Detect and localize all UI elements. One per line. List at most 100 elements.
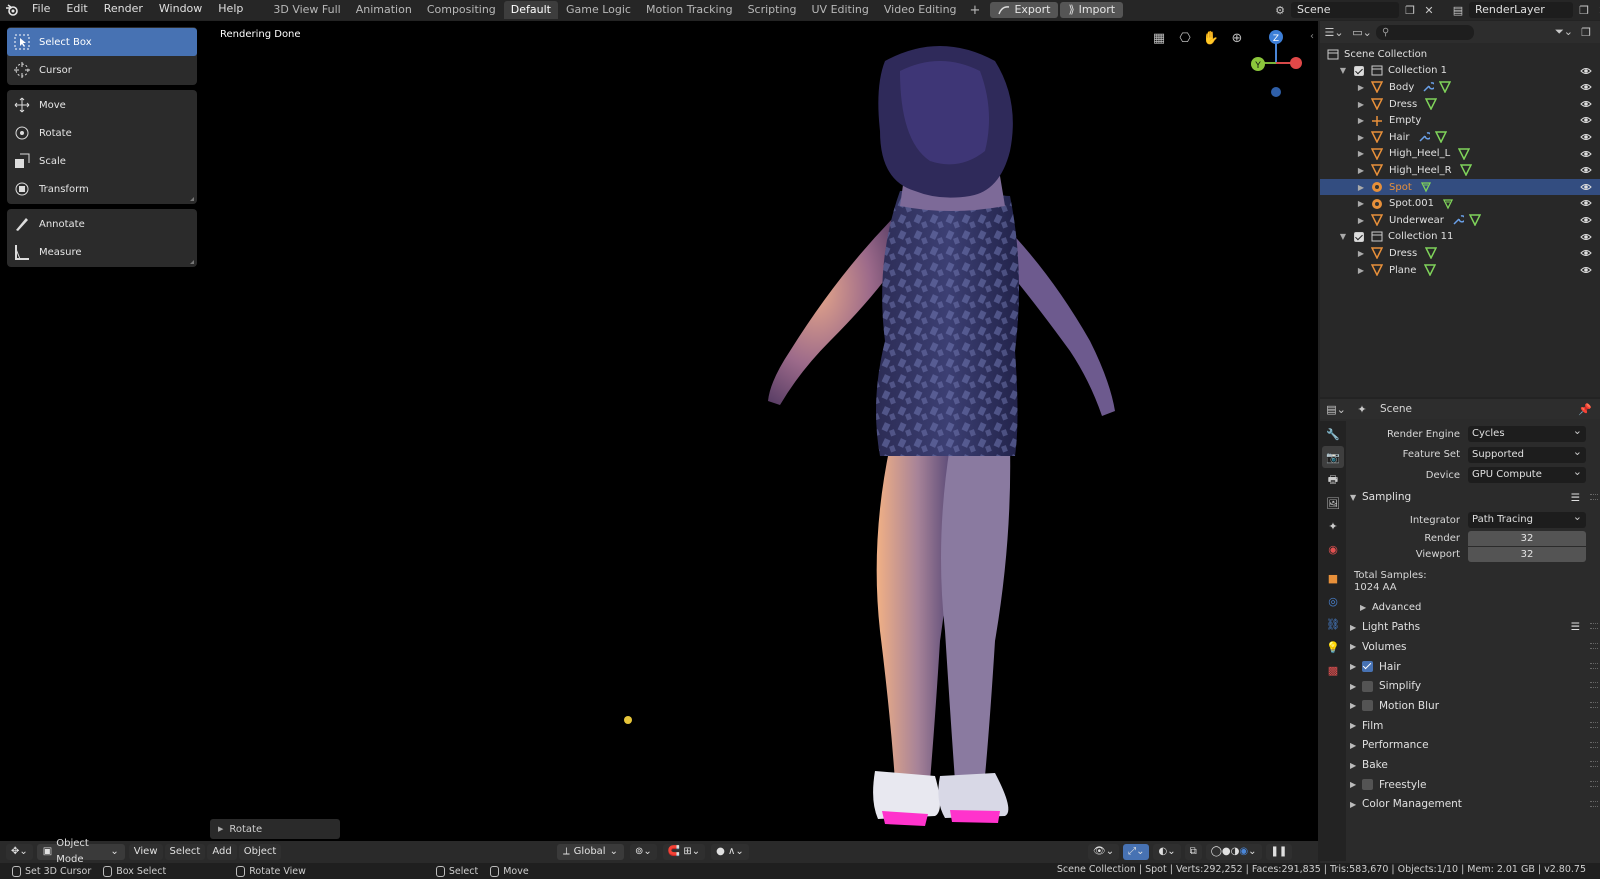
mesh-data-icon[interactable] — [1425, 98, 1438, 111]
expand-arrow-icon[interactable]: ▶ — [1356, 149, 1366, 158]
mesh-data-icon[interactable] — [1425, 247, 1438, 260]
drag-handle-icon[interactable] — [1590, 800, 1598, 807]
section-enable-checkbox[interactable] — [1362, 680, 1373, 692]
device-dropdown[interactable]: GPU Compute — [1468, 464, 1586, 484]
scene-name-field[interactable]: Scene — [1291, 2, 1399, 18]
viewport-menu-select[interactable]: Select — [164, 844, 206, 860]
menu-window[interactable]: Window — [151, 0, 210, 20]
annotate-tool[interactable]: Annotate — [7, 210, 197, 238]
gizmo-toggle[interactable]: ⤢⌄ — [1123, 844, 1150, 860]
light-data-icon[interactable] — [1442, 198, 1454, 210]
drag-handle-icon[interactable] — [1590, 702, 1598, 709]
include-checkbox[interactable] — [1354, 65, 1364, 76]
section-hair[interactable]: ▶ Hair — [1350, 657, 1598, 677]
modifier-wrench-icon[interactable] — [1418, 131, 1430, 143]
filter-icon[interactable]: ⏷⌄ — [1555, 24, 1573, 40]
outliner-object-row[interactable]: ▶ Underwear — [1320, 212, 1600, 229]
eye-icon[interactable] — [1580, 65, 1592, 77]
eye-icon[interactable] — [1580, 181, 1592, 193]
editor-type-button[interactable]: ✥⌄ — [6, 844, 33, 860]
drag-handle-icon[interactable] — [1590, 761, 1598, 768]
drag-handle-icon[interactable] — [1590, 682, 1598, 689]
last-operator-panel[interactable]: ▶ Rotate — [210, 819, 340, 839]
section-color-management[interactable]: ▶ Color Management — [1350, 795, 1598, 815]
outliner-object-row[interactable]: ▶ Dress — [1320, 245, 1600, 262]
tab-tool[interactable]: 🔧 — [1322, 423, 1344, 445]
light-data-icon[interactable] — [1420, 181, 1432, 193]
menu-edit[interactable]: Edit — [58, 0, 95, 20]
section-simplify[interactable]: ▶ Simplify — [1350, 676, 1598, 696]
expand-arrow-icon[interactable]: ▶ — [1356, 183, 1366, 192]
expand-arrow-icon[interactable]: ▶ — [1356, 100, 1366, 109]
tab-default[interactable]: Default — [503, 1, 558, 19]
eye-icon[interactable] — [1580, 247, 1592, 259]
eye-icon[interactable] — [1580, 114, 1592, 126]
outliner-object-row[interactable]: ▶ Spot — [1320, 178, 1600, 196]
expand-arrow-icon[interactable]: ▶ — [1356, 266, 1366, 275]
tab-world[interactable]: ◉ — [1322, 538, 1344, 560]
include-checkbox[interactable] — [1354, 231, 1364, 242]
tab-compositing[interactable]: Compositing — [420, 1, 503, 19]
presets-list-icon[interactable]: ☰ — [1571, 621, 1580, 633]
eye-icon[interactable] — [1580, 214, 1592, 226]
viewport-menu-view[interactable]: View — [128, 844, 163, 860]
drag-handle-icon[interactable] — [1590, 623, 1598, 630]
tab-animation[interactable]: Animation — [349, 1, 419, 19]
properties-editor-type-icon[interactable]: ▤⌄ — [1326, 401, 1346, 417]
mesh-data-icon[interactable] — [1439, 81, 1452, 94]
new-collection-icon[interactable]: ❐ — [1578, 24, 1594, 40]
outliner-object-row[interactable]: ▶ Body — [1320, 79, 1600, 96]
section-volumes[interactable]: ▶ Volumes — [1350, 637, 1598, 657]
integrator-dropdown[interactable]: Path Tracing — [1468, 509, 1586, 529]
eye-icon[interactable] — [1580, 81, 1592, 93]
section-motion-blur[interactable]: ▶ Motion Blur — [1350, 696, 1598, 716]
menu-file[interactable]: File — [24, 0, 58, 20]
mesh-data-icon[interactable] — [1434, 131, 1447, 144]
eye-icon[interactable] — [1580, 164, 1592, 176]
section-enable-checkbox[interactable] — [1362, 700, 1373, 712]
copy-layer-icon[interactable]: ❐ — [1576, 2, 1592, 18]
blender-logo-icon[interactable] — [0, 0, 24, 20]
drag-handle-icon[interactable] — [1590, 741, 1598, 748]
expand-arrow-icon[interactable]: ▶ — [1356, 166, 1366, 175]
group-expand-corner[interactable] — [190, 197, 194, 201]
collapse-arrow-icon[interactable]: ▼ — [1338, 66, 1348, 75]
tab-render[interactable]: 📷 — [1322, 446, 1344, 468]
expand-arrow-icon[interactable]: ▶ — [1356, 133, 1366, 142]
tab-game-logic[interactable]: Game Logic — [559, 1, 638, 19]
modifier-wrench-icon[interactable] — [1422, 81, 1435, 93]
outliner-object-row[interactable]: ▶ High_Heel_R — [1320, 162, 1600, 179]
expand-arrow-icon[interactable]: ▶ — [1356, 216, 1366, 225]
orientation-selector[interactable]: ⟂ Global ⌄ — [557, 844, 624, 860]
sampling-section-header[interactable]: ▼ Sampling ☰ — [1350, 488, 1598, 508]
eye-icon[interactable] — [1580, 98, 1592, 110]
copy-scene-icon[interactable]: ❐ — [1402, 2, 1418, 18]
display-mode-icon[interactable]: ▭⌄ — [1352, 24, 1372, 40]
menu-render[interactable]: Render — [96, 0, 151, 20]
hand-icon[interactable]: ✋ — [1202, 29, 1220, 47]
pause-render-button[interactable]: ❚❚ — [1265, 844, 1293, 860]
render-samples-field[interactable]: 32 — [1468, 531, 1586, 547]
mesh-data-icon[interactable] — [1459, 164, 1472, 177]
outliner-object-row[interactable]: ▶ High_Heel_L — [1320, 146, 1600, 163]
measure-tool[interactable]: Measure — [7, 238, 197, 266]
eye-icon[interactable] — [1580, 231, 1592, 243]
tab-output[interactable]: 🖶 — [1322, 469, 1344, 491]
export-button[interactable]: Export — [990, 2, 1059, 18]
outliner-collection[interactable]: ▼ Collection 11 — [1320, 229, 1600, 246]
group-expand-corner[interactable] — [190, 260, 194, 264]
outliner-object-row[interactable]: ▶ Spot.001 — [1320, 195, 1600, 212]
close-layer-icon[interactable]: ✕ — [1595, 2, 1600, 18]
tab-texture[interactable]: ▩ — [1322, 659, 1344, 681]
cursor-tool[interactable]: Cursor — [7, 56, 197, 84]
pivot-selector[interactable]: ⊚⌄ — [629, 844, 657, 860]
outliner-object-row[interactable]: ▶ Dress — [1320, 96, 1600, 113]
menu-help[interactable]: Help — [210, 0, 251, 20]
outliner-editor-type-icon[interactable]: ☰⌄ — [1324, 24, 1343, 40]
viewport-menu-add[interactable]: Add — [207, 844, 237, 860]
section-light-paths[interactable]: ▶ Light Paths ☰ — [1350, 617, 1598, 637]
tab-physics[interactable]: ◎ — [1322, 590, 1344, 612]
collapse-region-icon[interactable]: ‹ — [1310, 31, 1314, 42]
tab-scripting[interactable]: Scripting — [741, 1, 804, 19]
viewport-samples-field[interactable]: 32 — [1468, 547, 1586, 563]
